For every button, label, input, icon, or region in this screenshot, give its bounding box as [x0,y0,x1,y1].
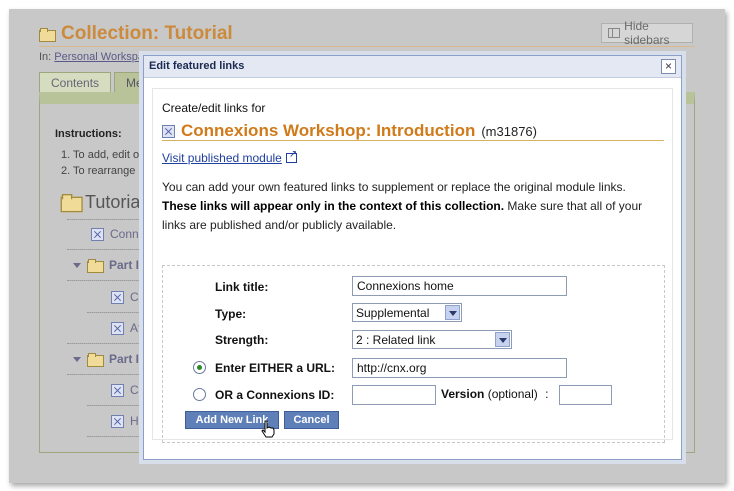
screenshot-frame: Collection: Tutorial Hide sidebars In: P… [9,9,725,483]
collection-folder-icon [39,27,56,42]
hide-sidebars-button[interactable]: Hide sidebars [601,19,693,47]
version-optional-text: (optional) [487,387,538,401]
sidebar-toggle-icon [608,28,621,38]
dialog-description: You can add your own featured links to s… [162,178,662,235]
page-title-text: Collection: Tutorial [61,23,233,44]
module-icon [111,290,124,304]
type-selected-value: Supplemental [356,306,430,320]
instruction-item: 2. To rearrange [61,165,136,177]
connexions-id-input[interactable] [352,385,436,405]
connexions-id-radio[interactable] [193,388,206,401]
tab-contents[interactable]: Contents [39,72,112,93]
tree-divider [67,219,145,220]
visit-published-module-link[interactable]: Visit published module [162,149,297,165]
tree-divider [67,374,145,375]
version-input[interactable] [559,385,612,405]
link-title-input[interactable] [352,276,567,296]
type-label: Type: [215,307,247,321]
module-icon [111,321,124,335]
tree-item-module[interactable]: Cr [111,383,143,397]
version-label-text: Version [441,387,485,401]
expand-triangle-icon[interactable] [73,262,81,268]
module-name: Connexions Workshop: Introduction [181,121,476,140]
module-icon [162,124,175,138]
strength-selected-value: 2 : Related link [356,333,436,347]
url-radio[interactable] [193,361,206,374]
collection-page: Collection: Tutorial Hide sidebars In: P… [9,9,725,483]
tree-item-subcollection[interactable]: Part I [73,352,140,367]
visit-link-label: Visit published module [162,151,282,165]
tree-divider [87,405,145,406]
title-underline [39,46,695,47]
expand-triangle-icon[interactable] [73,356,81,362]
module-id: (m31876) [481,123,537,139]
close-icon[interactable]: × [661,59,676,74]
strength-select[interactable]: 2 : Related link [352,330,512,349]
cancel-button[interactable]: Cancel [284,411,339,429]
tree-item-label: Part I [109,352,140,366]
breadcrumb: In: Personal Workspa [39,51,144,63]
connexions-id-label: OR a Connexions ID: [215,388,335,402]
module-icon [111,414,124,428]
description-text-1: You can add your own featured links to s… [162,180,626,194]
tree-item-module[interactable]: Cr [111,290,143,304]
dropdown-arrow-icon [445,305,460,320]
instructions-heading: Instructions: [55,128,122,140]
version-colon: : [545,387,549,401]
module-heading: Connexions Workshop: Introduction (m3187… [162,121,537,141]
module-icon [91,227,104,241]
breadcrumb-workspace-link[interactable]: Personal Workspa [54,51,144,63]
tree-item-label: Part I [109,258,140,272]
dropdown-arrow-icon [495,332,510,347]
hand-cursor-icon [261,420,275,438]
folder-icon [87,258,104,273]
breadcrumb-prefix: In: [39,51,52,63]
tree-divider [67,249,145,250]
module-icon [111,383,124,397]
dialog-title: Edit featured links [149,60,245,72]
type-select[interactable]: Supplemental [352,303,462,322]
instruction-item: 1. To add, edit o [61,149,140,161]
tree-item-label: Cr [130,290,143,304]
link-title-label: Link title: [215,280,269,294]
folder-icon [87,352,104,367]
edit-featured-links-dialog: Edit featured links × Create/edit links … [143,55,682,460]
create-edit-label: Create/edit links for [162,101,266,115]
module-heading-rule [162,140,664,141]
hide-sidebars-label: Hide sidebars [624,19,670,47]
tree-divider [87,312,145,313]
tree-divider [67,280,145,281]
tree-item-label: Conne [110,227,146,241]
tree-root-label: Tutorial [85,192,145,212]
url-input[interactable] [352,358,567,378]
tree-item-subcollection[interactable]: Part I [73,258,140,273]
tree-item-label: Cr [130,383,143,397]
tree-item-label: Af [130,321,142,335]
strength-label: Strength: [215,333,269,347]
external-link-icon [285,149,297,163]
dialog-titlebar[interactable]: Edit featured links × [144,56,681,78]
version-label: Version (optional) : [441,387,548,401]
tree-item-module[interactable]: Af [111,321,141,335]
tree-divider [67,343,145,344]
description-emphasis: These links will appear only in the cont… [162,199,505,213]
url-label: Enter EITHER a URL: [215,361,336,375]
tree-item-module[interactable]: Conne [91,227,145,241]
tree-divider [87,436,145,437]
page-title: Collection: Tutorial [39,23,233,45]
folder-icon [60,194,83,213]
tree-item-module[interactable]: Ho [111,414,145,428]
tree-root[interactable]: Tutorial [60,192,145,213]
